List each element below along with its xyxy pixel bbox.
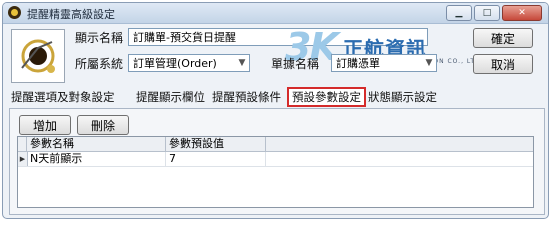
grid-header: 參數名稱 參數預設值 — [18, 137, 533, 152]
close-button[interactable]: ✕ — [502, 5, 542, 21]
doc-name-label: 單據名稱 — [271, 57, 320, 71]
minimize-button[interactable]: ▁ — [446, 5, 472, 21]
window-title: 提醒精靈高級設定 — [27, 8, 115, 21]
system-select[interactable]: 訂單管理(Order) ▼ — [128, 54, 250, 72]
column-header-value[interactable]: 參數預設值 — [166, 137, 266, 151]
chevron-down-icon[interactable]: ▼ — [235, 55, 249, 71]
param-name-cell[interactable]: N天前顯示 — [27, 152, 166, 166]
display-name-label: 顯示名稱 — [75, 31, 124, 45]
column-header-name[interactable]: 參數名稱 — [27, 137, 166, 151]
tab-bar: 提醒選項及對象設定 提醒顯示欄位 提醒預設條件 預設參數設定 狀態顯示設定 — [11, 87, 541, 107]
cancel-button[interactable]: 取消 — [473, 54, 533, 74]
doc-name-select[interactable]: 訂購憑單 ▼ — [331, 54, 437, 72]
tab-reminder-options[interactable]: 提醒選項及對象設定 — [11, 87, 115, 107]
tab-default-parameters[interactable]: 預設參數設定 — [287, 87, 366, 107]
app-icon — [8, 6, 21, 19]
reminder-logo-icon — [11, 29, 65, 83]
tab-status-display[interactable]: 狀態顯示設定 — [368, 87, 437, 107]
maximize-button[interactable]: □ — [474, 5, 500, 21]
system-label: 所屬系統 — [75, 57, 124, 71]
row-header-corner — [18, 137, 27, 151]
add-button[interactable]: 增加 — [19, 115, 71, 135]
confirm-button[interactable]: 確定 — [473, 28, 533, 48]
window-controls: ▁ □ ✕ — [446, 5, 542, 21]
system-value: 訂單管理(Order) — [133, 57, 217, 70]
table-row[interactable]: ▶ N天前顯示 7 — [18, 152, 533, 167]
title-bar: 提醒精靈高級設定 ▁ □ ✕ — [3, 3, 548, 24]
doc-name-value: 訂購憑單 — [336, 57, 380, 70]
dialog-window: 提醒精靈高級設定 ▁ □ ✕ 顯示名稱 訂購單-預交貨日提醒 所屬系統 訂單管理… — [2, 2, 549, 219]
param-value-cell[interactable]: 7 — [166, 152, 266, 166]
tab-default-conditions[interactable]: 提醒預設條件 — [212, 87, 281, 107]
tab-display-fields[interactable]: 提醒顯示欄位 — [136, 87, 205, 107]
delete-button[interactable]: 刪除 — [77, 115, 129, 135]
parameter-grid[interactable]: 參數名稱 參數預設值 ▶ N天前顯示 7 — [17, 136, 534, 208]
chevron-down-icon[interactable]: ▼ — [422, 55, 436, 71]
